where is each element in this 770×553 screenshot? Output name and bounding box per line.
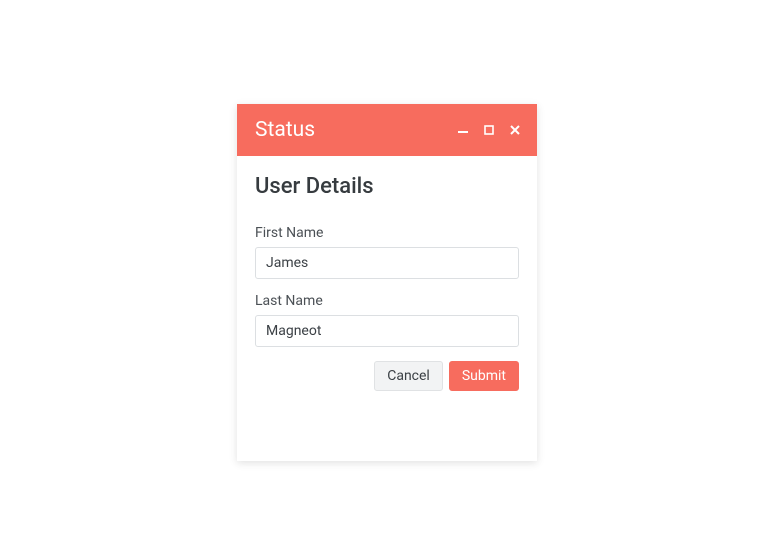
window-content: User Details First Name Last Name Cancel… [237, 156, 537, 461]
window-title: Status [255, 118, 315, 142]
maximize-icon[interactable] [483, 124, 495, 136]
window-titlebar: Status [237, 104, 537, 156]
cancel-button[interactable]: Cancel [374, 361, 443, 391]
last-name-input[interactable] [255, 315, 519, 347]
first-name-input[interactable] [255, 247, 519, 279]
first-name-group: First Name [255, 225, 519, 279]
close-icon[interactable] [509, 124, 521, 136]
minimize-icon[interactable] [457, 124, 469, 136]
status-window: Status User Details First Name Last Name… [237, 104, 537, 461]
button-row: Cancel Submit [255, 361, 519, 391]
window-controls [457, 124, 521, 136]
last-name-label: Last Name [255, 293, 519, 309]
section-heading: User Details [255, 174, 519, 199]
first-name-label: First Name [255, 225, 519, 241]
last-name-group: Last Name [255, 293, 519, 347]
submit-button[interactable]: Submit [449, 361, 519, 391]
